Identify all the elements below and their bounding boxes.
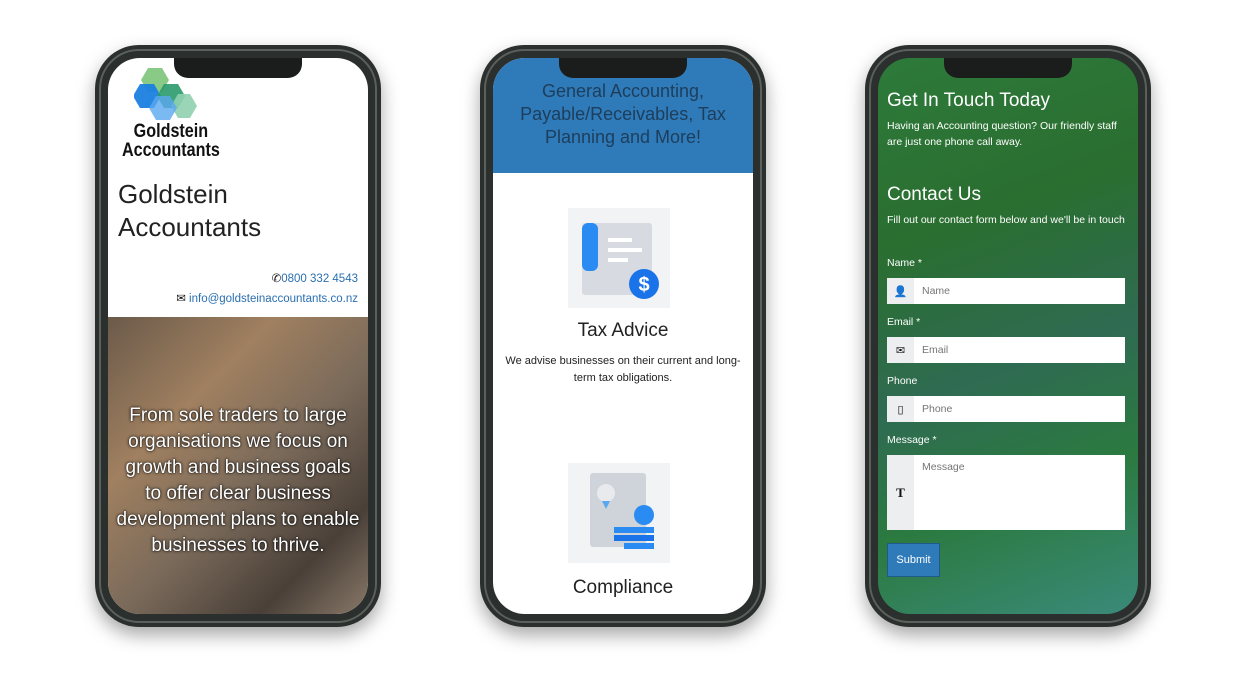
phone-field[interactable]: ▯: [887, 396, 1125, 422]
email-field[interactable]: ✉: [887, 337, 1125, 363]
phone-notch: [174, 58, 302, 78]
email-link[interactable]: ✉ info@goldsteinaccountants.co.nz: [176, 291, 358, 305]
phone-mockup-contact: Get In Touch Today Having an Accounting …: [865, 45, 1151, 627]
title-line: Goldstein: [118, 179, 228, 209]
name-label: Name *: [887, 257, 923, 269]
certificate-coins-icon: [568, 463, 670, 563]
logo-line: Accountants: [122, 140, 220, 161]
email-address[interactable]: info@goldsteinaccountants.co.nz: [189, 293, 358, 305]
phone-notch: [944, 58, 1072, 78]
envelope-icon: ✉: [176, 293, 186, 305]
phone-icon: ✆: [271, 273, 282, 285]
svg-text:$: $: [638, 274, 649, 296]
service-title: Compliance: [572, 577, 674, 598]
get-in-touch-text: Having an Accounting question? Our frien…: [887, 120, 1117, 148]
name-input[interactable]: [914, 278, 1125, 304]
message-label: Message *: [887, 434, 937, 446]
phone-number[interactable]: 0800 332 4543: [281, 273, 358, 285]
logo-text: Goldstein Accountants: [122, 122, 220, 160]
home-screen: Goldstein Accountants Goldstein Accountant…: [108, 58, 368, 614]
phone-mockup-services: General Accounting, Payable/Receivables,…: [480, 45, 766, 627]
email-label: Email *: [887, 316, 921, 328]
hero-text: From sole traders to large organisations…: [116, 405, 360, 556]
site-title: Goldstein Accountants: [118, 178, 261, 244]
contact-screen: Get In Touch Today Having an Accounting …: [878, 58, 1138, 614]
mobile-icon: ▯: [887, 396, 914, 422]
services-screen: General Accounting, Payable/Receivables,…: [493, 58, 753, 614]
name-field[interactable]: 👤: [887, 278, 1125, 304]
phone-link[interactable]: ✆0800 332 4543: [272, 271, 358, 285]
tax-document-dollar-icon: $: [568, 208, 670, 308]
get-in-touch-heading: Get In Touch Today: [887, 90, 1051, 111]
message-field[interactable]: T: [887, 455, 1125, 530]
contact-intro: Fill out our contact form below and we'l…: [887, 214, 1125, 226]
service-description: We advise businesses on their current an…: [505, 355, 741, 384]
hero-image: From sole traders to large organisations…: [108, 317, 368, 614]
email-input[interactable]: [914, 337, 1125, 363]
title-line: Accountants: [118, 212, 262, 242]
phone-mockup-home: Goldstein Accountants Goldstein Accountant…: [95, 45, 381, 627]
phone-label: Phone: [887, 375, 918, 387]
message-input[interactable]: [914, 455, 1125, 530]
logo-line: Goldstein: [133, 121, 209, 142]
phone-input[interactable]: [914, 396, 1125, 422]
service-title: Tax Advice: [577, 320, 669, 341]
envelope-icon: ✉: [887, 337, 914, 363]
contact-heading: Contact Us: [887, 184, 981, 205]
phone-notch: [559, 58, 687, 78]
submit-button[interactable]: Submit: [887, 543, 940, 577]
text-icon: T: [887, 455, 914, 530]
user-icon: 👤: [887, 278, 914, 304]
